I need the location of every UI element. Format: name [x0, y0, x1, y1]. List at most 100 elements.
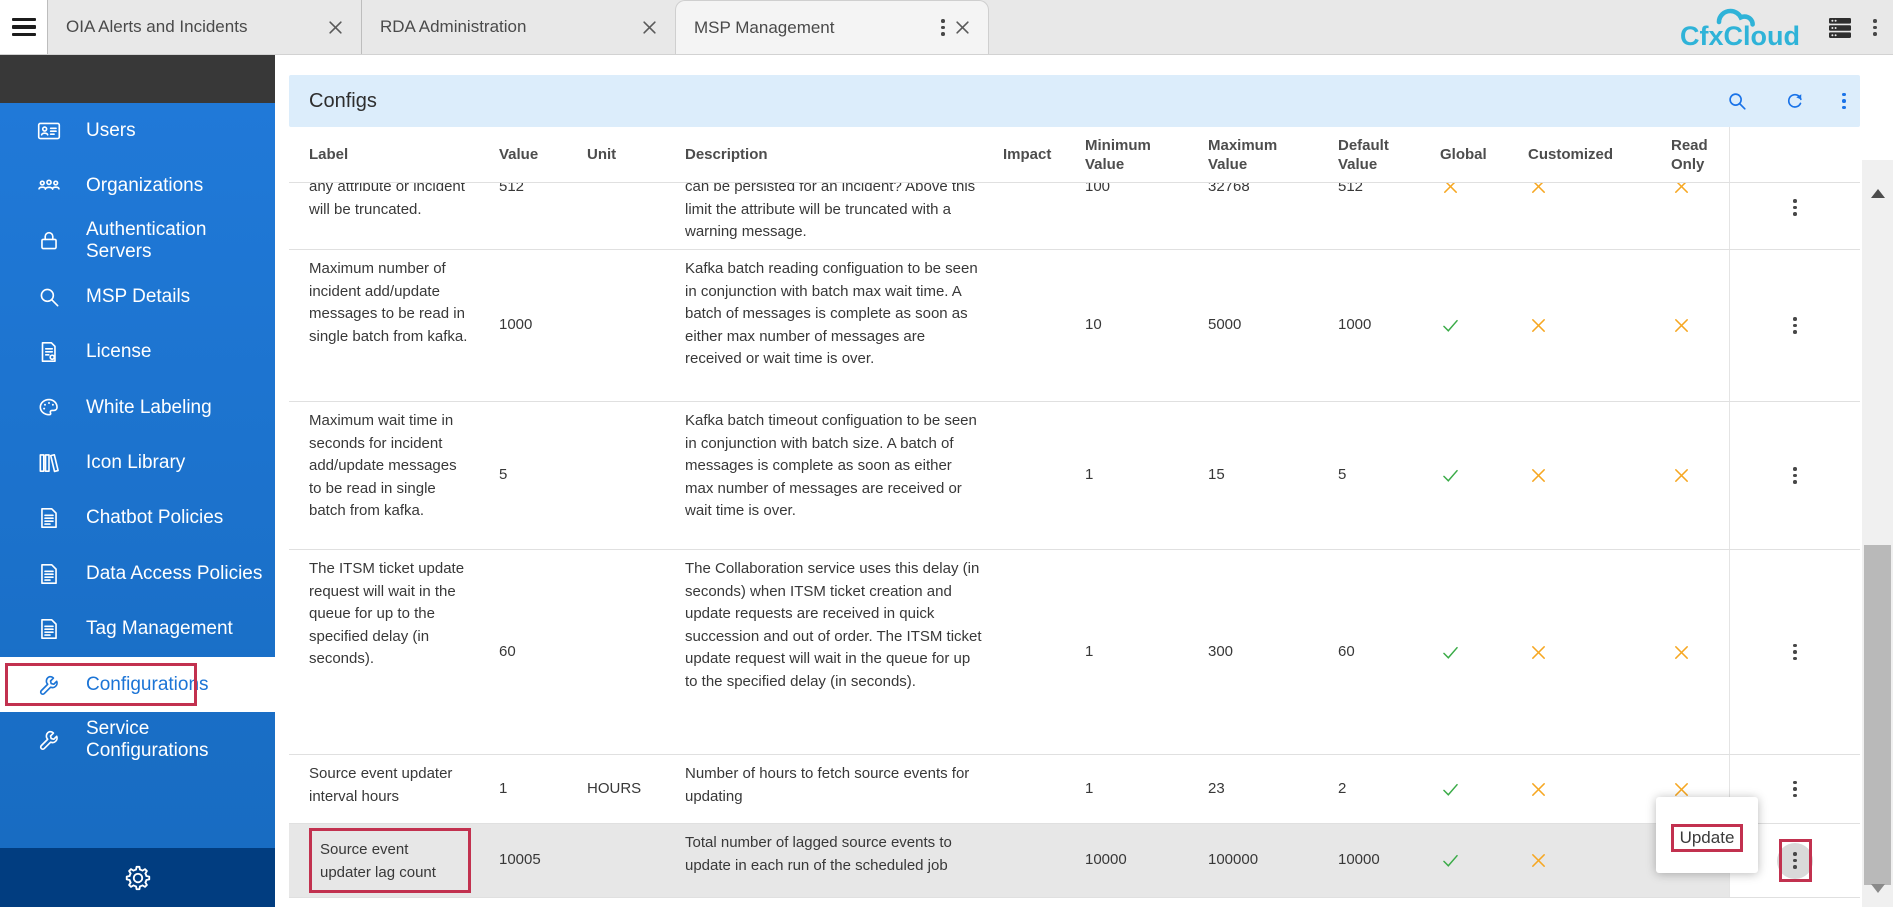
hamburger-menu-button[interactable]	[0, 0, 47, 54]
column-header-label: Label	[309, 145, 499, 164]
check-icon	[1440, 465, 1461, 486]
row-menu-button[interactable]	[1787, 311, 1803, 340]
row-menu-button[interactable]	[1787, 461, 1803, 490]
cell-impact	[1003, 183, 1085, 249]
sidebar-item-data-access-policies[interactable]: Data Access Policies	[0, 546, 275, 601]
topbar-more-icon[interactable]	[1867, 15, 1883, 40]
sidebar-item-label: Organizations	[86, 175, 203, 197]
column-header-default-value: Default Value	[1338, 136, 1440, 174]
cfxcloud-logo: CfxCloud	[1679, 5, 1813, 51]
sidebar-item-msp-details[interactable]: MSP Details	[0, 269, 275, 324]
cell-label: Maximum number of incident add/update me…	[309, 250, 499, 401]
cell-minimum-value: 1	[1085, 402, 1208, 549]
scroll-up-icon	[1871, 189, 1885, 198]
row-menu-button[interactable]	[1787, 638, 1803, 667]
panel-more-icon[interactable]	[1842, 93, 1846, 110]
tab-close-icon[interactable]	[945, 20, 970, 35]
id-card-icon	[36, 118, 86, 144]
sidebar: Users Organizations Authentication Servers…	[0, 55, 275, 907]
cell-actions	[1729, 250, 1860, 401]
cell-default-value: 512	[1338, 183, 1440, 249]
configs-panel-header: Configs	[289, 75, 1860, 127]
cross-icon	[1528, 183, 1549, 197]
row-menu-button[interactable]	[1771, 837, 1819, 885]
row-menu-button[interactable]	[1787, 193, 1803, 222]
cell-maximum-value: 23	[1208, 755, 1338, 823]
tab-close-icon[interactable]	[318, 20, 343, 35]
check-icon	[1440, 315, 1461, 336]
cell-maximum-value: 5000	[1208, 250, 1338, 401]
sidebar-item-service-configurations[interactable]: Service Configurations	[0, 712, 275, 767]
vertical-scrollbar[interactable]	[1862, 160, 1893, 907]
cell-minimum-value: 10	[1085, 250, 1208, 401]
refresh-icon[interactable]	[1784, 90, 1806, 112]
column-header-actions	[1729, 127, 1860, 182]
wrench-icon	[36, 727, 86, 753]
search-icon[interactable]	[1726, 90, 1748, 112]
cell-global	[1440, 824, 1528, 897]
scroll-up-button[interactable]	[1862, 178, 1893, 208]
sidebar-item-white-labeling[interactable]: White Labeling	[0, 380, 275, 435]
cell-unit: HOURS	[587, 755, 685, 823]
context-menu-item-update[interactable]: Update	[1671, 824, 1744, 852]
cell-customized	[1528, 824, 1671, 897]
cross-icon	[1528, 850, 1549, 871]
document-icon	[36, 561, 86, 587]
cell-value: 60	[499, 550, 587, 754]
scroll-down-icon	[1871, 884, 1885, 893]
column-header-unit: Unit	[587, 145, 685, 164]
cell-impact	[1003, 402, 1085, 549]
sidebar-item-chatbot-policies[interactable]: Chatbot Policies	[0, 491, 275, 546]
sidebar-item-tag-management[interactable]: Tag Management	[0, 602, 275, 657]
cell-description: Number of hours to fetch source events f…	[685, 755, 1003, 823]
tab-close-icon[interactable]	[632, 20, 657, 35]
cell-label: any attribute or incident will be trunca…	[309, 183, 499, 249]
sidebar-nav: Users Organizations Authentication Servers…	[0, 103, 275, 848]
sidebar-item-configurations[interactable]: Configurations	[0, 657, 275, 712]
app-list-icon[interactable]	[1828, 17, 1852, 39]
column-header-global: Global	[1440, 145, 1528, 164]
column-header-read-only: Read Only	[1671, 136, 1729, 174]
scroll-down-button[interactable]	[1862, 873, 1893, 903]
sidebar-item-organizations[interactable]: Organizations	[0, 158, 275, 213]
cell-global	[1440, 183, 1528, 249]
sidebar-item-users[interactable]: Users	[0, 103, 275, 158]
cell-description: The Collaboration service uses this dela…	[685, 550, 1003, 754]
cell-actions	[1729, 402, 1860, 549]
wrench-icon	[36, 672, 86, 698]
cell-global	[1440, 755, 1528, 823]
tab-rda-administration[interactable]: RDA Administration	[361, 0, 675, 54]
cell-impact	[1003, 250, 1085, 401]
check-icon	[1440, 642, 1461, 663]
table-row: any attribute or incident will be trunca…	[289, 183, 1860, 250]
cell-maximum-value: 15	[1208, 402, 1338, 549]
table-row: Source event updater lag count10005Total…	[289, 824, 1860, 898]
sidebar-item-license[interactable]: License	[0, 325, 275, 380]
cell-customized	[1528, 550, 1671, 754]
cell-minimum-value: 1	[1085, 550, 1208, 754]
sidebar-item-label: Authentication Servers	[86, 219, 275, 263]
cell-unit	[587, 824, 685, 897]
row-menu-button[interactable]	[1787, 775, 1803, 804]
table-row: Source event updater interval hours 1 HOUR…	[289, 755, 1860, 824]
cell-unit	[587, 402, 685, 549]
cell-global	[1440, 402, 1528, 549]
cell-minimum-value: 1	[1085, 755, 1208, 823]
cross-icon	[1528, 779, 1549, 800]
cell-label: Source event updater interval hours	[309, 755, 499, 823]
sidebar-item-icon-library[interactable]: Icon Library	[0, 435, 275, 490]
scrollbar-thumb[interactable]	[1864, 545, 1891, 885]
cell-default-value: 5	[1338, 402, 1440, 549]
cell-read-only	[1671, 250, 1729, 401]
cross-icon	[1440, 183, 1461, 197]
tab-oia-alerts-and-incidents[interactable]: OIA Alerts and Incidents	[47, 0, 361, 54]
cell-read-only	[1671, 402, 1729, 549]
palette-icon	[36, 395, 86, 421]
column-header-maximum-value: Maximum Value	[1208, 136, 1338, 174]
cell-value: 512	[499, 183, 587, 249]
cell-maximum-value: 100000	[1208, 824, 1338, 897]
settings-gear-icon[interactable]	[123, 863, 153, 893]
tab-msp-management[interactable]: MSP Management	[675, 0, 989, 54]
cell-value: 10005	[499, 824, 587, 897]
sidebar-item-authentication-servers[interactable]: Authentication Servers	[0, 214, 275, 269]
